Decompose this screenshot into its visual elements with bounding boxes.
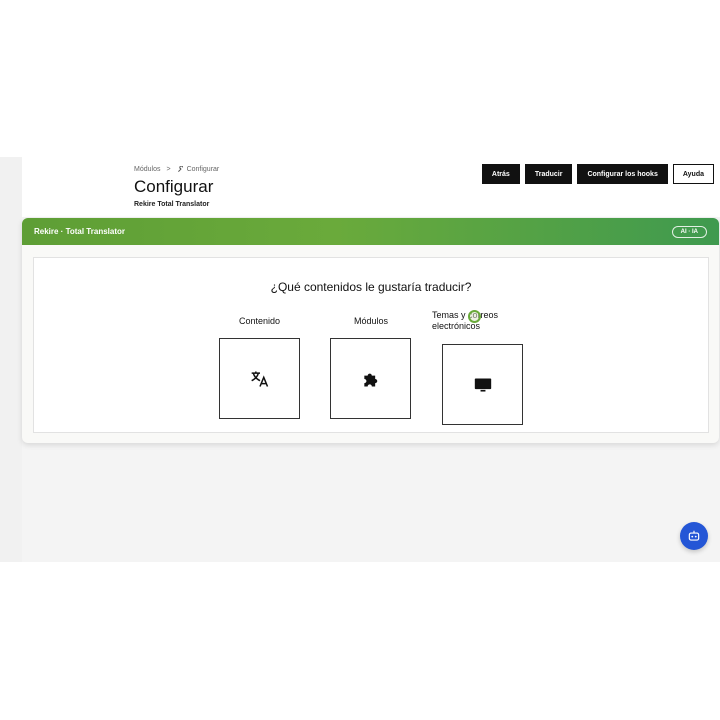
chat-bot-icon — [688, 530, 700, 541]
cursor-indicator — [468, 310, 481, 323]
option-card-modulos[interactable] — [330, 338, 411, 419]
translator-panel: Rekire · Total Translator AI · IA ¿Qué c… — [22, 218, 719, 443]
breadcrumb-separator: > — [166, 166, 171, 173]
monitor-icon — [474, 377, 491, 392]
option-card-temas[interactable] — [442, 344, 523, 425]
breadcrumb: Módulos > Configurar — [134, 166, 219, 173]
page-subtitle: Rekire Total Translator — [134, 201, 210, 208]
chat-button[interactable] — [680, 522, 708, 550]
ai-badge[interactable]: AI · IA — [671, 225, 707, 238]
option-label-modulos: Módulos — [354, 316, 389, 326]
wrench-icon — [177, 166, 183, 172]
toolbar: Atrás Traducir Configurar los hooks Ayud… — [481, 164, 714, 184]
panel-header: Rekire · Total Translator AI · IA — [22, 218, 719, 245]
page-title: Configurar — [134, 177, 214, 196]
option-label-contenido: Contenido — [239, 316, 281, 326]
page-header: Módulos > Configurar Configurar Rekire T… — [22, 157, 720, 217]
left-sidebar — [0, 157, 22, 562]
content-selector: ¿Qué contenidos le gustaría traducir? Co… — [33, 257, 709, 433]
breadcrumb-current-label: Configurar — [186, 166, 220, 173]
translate-button[interactable]: Traducir — [524, 164, 573, 184]
breadcrumb-modules-link[interactable]: Módulos — [134, 166, 160, 173]
back-button[interactable]: Atrás — [481, 164, 520, 184]
translate-icon — [250, 371, 268, 387]
help-button[interactable]: Ayuda — [672, 164, 714, 184]
configure-hooks-button[interactable]: Configurar los hooks — [577, 164, 668, 184]
panel-title: Rekire · Total Translator — [34, 227, 125, 236]
option-card-contenido[interactable] — [219, 338, 300, 419]
app-window: Módulos > Configurar Configurar Rekire T… — [0, 157, 720, 562]
breadcrumb-current: Configurar — [177, 166, 220, 173]
question-heading: ¿Qué contenidos le gustaría traducir? — [270, 280, 472, 294]
puzzle-icon — [363, 373, 377, 386]
